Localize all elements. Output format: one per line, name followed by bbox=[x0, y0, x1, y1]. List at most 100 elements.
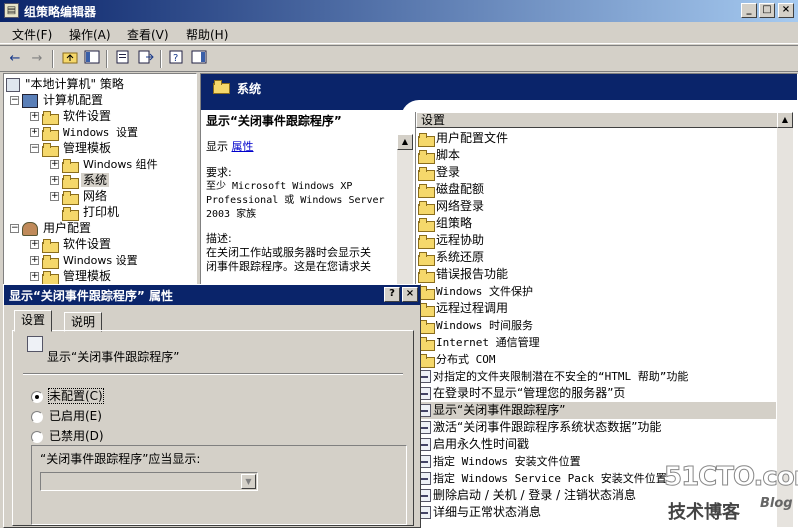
list-item-folder[interactable]: 用户配置文件 bbox=[418, 130, 776, 147]
tree-item-user-admin-templates[interactable]: + 管理模板 bbox=[30, 268, 113, 285]
tree-item-system[interactable]: + 系统 bbox=[50, 172, 110, 189]
folder-icon bbox=[418, 234, 435, 249]
list-item-label: 显示“关闭事件跟踪程序” bbox=[433, 403, 566, 417]
tree-item-printers[interactable]: 打印机 bbox=[62, 204, 121, 221]
folder-icon bbox=[418, 217, 435, 232]
collapse-icon[interactable]: − bbox=[30, 144, 39, 153]
expand-icon[interactable]: + bbox=[30, 128, 39, 137]
list-item-label: 详细与正常状态消息 bbox=[433, 505, 542, 519]
folder-icon bbox=[42, 238, 59, 253]
menu-action[interactable]: 操作(A) bbox=[69, 26, 111, 43]
dialog-close-button[interactable]: × bbox=[402, 287, 418, 302]
forward-icon[interactable]: → bbox=[27, 50, 47, 68]
show-hide-tree-icon[interactable] bbox=[82, 50, 102, 68]
tree-item-user-windows-settings[interactable]: + Windows 设置 bbox=[30, 252, 140, 269]
requirement-line: 至少 Microsoft Windows XP bbox=[206, 181, 353, 192]
tree-item-admin-templates[interactable]: − 管理模板 bbox=[30, 140, 113, 157]
list-item-folder[interactable]: 组策略 bbox=[418, 215, 776, 232]
extended-description: 显示“关闭事件跟踪程序” 显示 属性 要求: 至少 Microsoft Wind… bbox=[206, 114, 392, 274]
radio-dot[interactable] bbox=[31, 390, 43, 403]
folder-icon bbox=[418, 149, 435, 164]
minimize-button[interactable]: _ bbox=[741, 3, 757, 18]
list-item-label: 登录 bbox=[436, 165, 461, 179]
menu-view[interactable]: 查看(V) bbox=[127, 26, 169, 43]
dialog-titlebar[interactable]: 显示“关闭事件跟踪程序” 属性 ? × bbox=[4, 285, 420, 305]
folder-icon bbox=[42, 270, 59, 285]
list-item-folder[interactable]: 远程协助 bbox=[418, 232, 776, 249]
requirement-line: 2003 家族 bbox=[206, 209, 257, 220]
window-titlebar[interactable]: ▤ 组策略编辑器 _ □ × bbox=[0, 0, 798, 22]
maximize-button[interactable]: □ bbox=[759, 3, 775, 18]
tree-item-network[interactable]: + 网络 bbox=[50, 188, 109, 205]
properties-link[interactable]: 属性 bbox=[232, 140, 254, 153]
list-item-label: 脚本 bbox=[436, 148, 461, 162]
radio-disabled[interactable]: 已禁用(D) bbox=[31, 428, 104, 444]
expand-icon[interactable]: + bbox=[30, 240, 39, 249]
list-item-label: 启用永久性时间戳 bbox=[433, 437, 530, 451]
export-list-icon[interactable] bbox=[136, 50, 156, 68]
column-header-setting[interactable]: 设置 bbox=[416, 112, 778, 128]
expand-icon[interactable]: + bbox=[30, 256, 39, 265]
list-item-folder[interactable]: Windows 文件保护 bbox=[418, 283, 776, 300]
tree-item-software-settings[interactable]: + 软件设置 bbox=[30, 108, 113, 125]
tree-item-computer-config[interactable]: − 计算机配置 bbox=[10, 92, 105, 108]
radio-dot[interactable] bbox=[31, 430, 43, 443]
expand-icon[interactable]: + bbox=[50, 176, 59, 185]
collapse-icon[interactable]: − bbox=[10, 96, 19, 105]
display-option-select[interactable]: ▼ bbox=[40, 472, 258, 491]
tree-item-root[interactable]: "本地计算机" 策略 bbox=[6, 76, 126, 92]
radio-dot[interactable] bbox=[31, 410, 43, 423]
list-item-folder[interactable]: 脚本 bbox=[418, 147, 776, 164]
menu-file[interactable]: 文件(F) bbox=[12, 26, 52, 43]
chevron-down-icon[interactable]: ▼ bbox=[241, 474, 256, 489]
tree-item-windows-settings[interactable]: + Windows 设置 bbox=[30, 124, 140, 141]
back-icon[interactable]: ← bbox=[5, 50, 25, 68]
menu-help[interactable]: 帮助(H) bbox=[186, 26, 228, 43]
list-item-label: 系统还原 bbox=[436, 250, 485, 264]
tab-explain[interactable]: 说明 bbox=[64, 312, 103, 332]
tree-item-user-config[interactable]: − 用户配置 bbox=[10, 220, 93, 236]
description-line: 在关闭工作站或服务器时会显示关 bbox=[206, 246, 371, 259]
list-item-label: Windows 文件保护 bbox=[436, 285, 533, 298]
close-button[interactable]: × bbox=[778, 3, 794, 18]
list-item-folder[interactable]: 远程过程调用 bbox=[418, 300, 776, 317]
list-item-folder[interactable]: Windows 时间服务 bbox=[418, 317, 776, 334]
tree-item-user-software-settings[interactable]: + 软件设置 bbox=[30, 236, 113, 253]
list-item-policy[interactable]: 对指定的文件夹限制潜在不安全的“HTML 帮助”功能 bbox=[418, 368, 776, 385]
options-group: “关闭事件跟踪程序”应当显示: ▼ bbox=[31, 445, 407, 525]
tab-settings[interactable]: 设置 bbox=[14, 310, 53, 332]
dialog-help-button[interactable]: ? bbox=[384, 287, 400, 302]
list-item-policy[interactable]: 在登录时不显示“管理您的服务器”页 bbox=[418, 385, 776, 402]
scroll-up-icon[interactable]: ▲ bbox=[777, 112, 793, 128]
expand-icon[interactable]: + bbox=[50, 192, 59, 201]
scroll-up-icon[interactable]: ▲ bbox=[397, 134, 413, 150]
properties-icon[interactable] bbox=[113, 50, 133, 68]
tree-item-windows-components[interactable]: + Windows 组件 bbox=[50, 156, 160, 173]
show-hide-action-pane-icon[interactable] bbox=[189, 50, 209, 68]
list-item-folder[interactable]: Internet 通信管理 bbox=[418, 334, 776, 351]
radio-not-configured[interactable]: 未配置(C) bbox=[31, 388, 104, 404]
collapse-icon[interactable]: − bbox=[10, 224, 19, 233]
list-item-policy[interactable]: 激活“关闭事件跟踪程序系统状态数据”功能 bbox=[418, 419, 776, 436]
user-icon bbox=[22, 221, 38, 236]
folder-icon bbox=[42, 110, 59, 125]
list-item-folder[interactable]: 登录 bbox=[418, 164, 776, 181]
up-folder-icon[interactable] bbox=[60, 50, 80, 68]
radio-enabled[interactable]: 已启用(E) bbox=[31, 408, 102, 424]
list-item-policy[interactable]: 启用永久性时间戳 bbox=[418, 436, 776, 453]
expand-icon[interactable]: + bbox=[30, 272, 39, 281]
list-item-folder[interactable]: 错误报告功能 bbox=[418, 266, 776, 283]
list-item-folder[interactable]: 网络登录 bbox=[418, 198, 776, 215]
setting-icon bbox=[27, 336, 43, 352]
folder-icon bbox=[418, 183, 435, 198]
toolbar-separator bbox=[52, 50, 54, 68]
expand-icon[interactable]: + bbox=[30, 112, 39, 121]
list-item-folder[interactable]: 分布式 COM bbox=[418, 351, 776, 368]
description-line: 闭事件跟踪程序。这是在您请求关 bbox=[206, 260, 371, 273]
help-icon[interactable]: ? bbox=[167, 50, 187, 68]
list-item-folder[interactable]: 磁盘配额 bbox=[418, 181, 776, 198]
list-item-policy[interactable]: 显示“关闭事件跟踪程序” bbox=[418, 402, 776, 419]
list-item-folder[interactable]: 系统还原 bbox=[418, 249, 776, 266]
watermark-blog: Blog bbox=[760, 496, 793, 511]
expand-icon[interactable]: + bbox=[50, 160, 59, 169]
